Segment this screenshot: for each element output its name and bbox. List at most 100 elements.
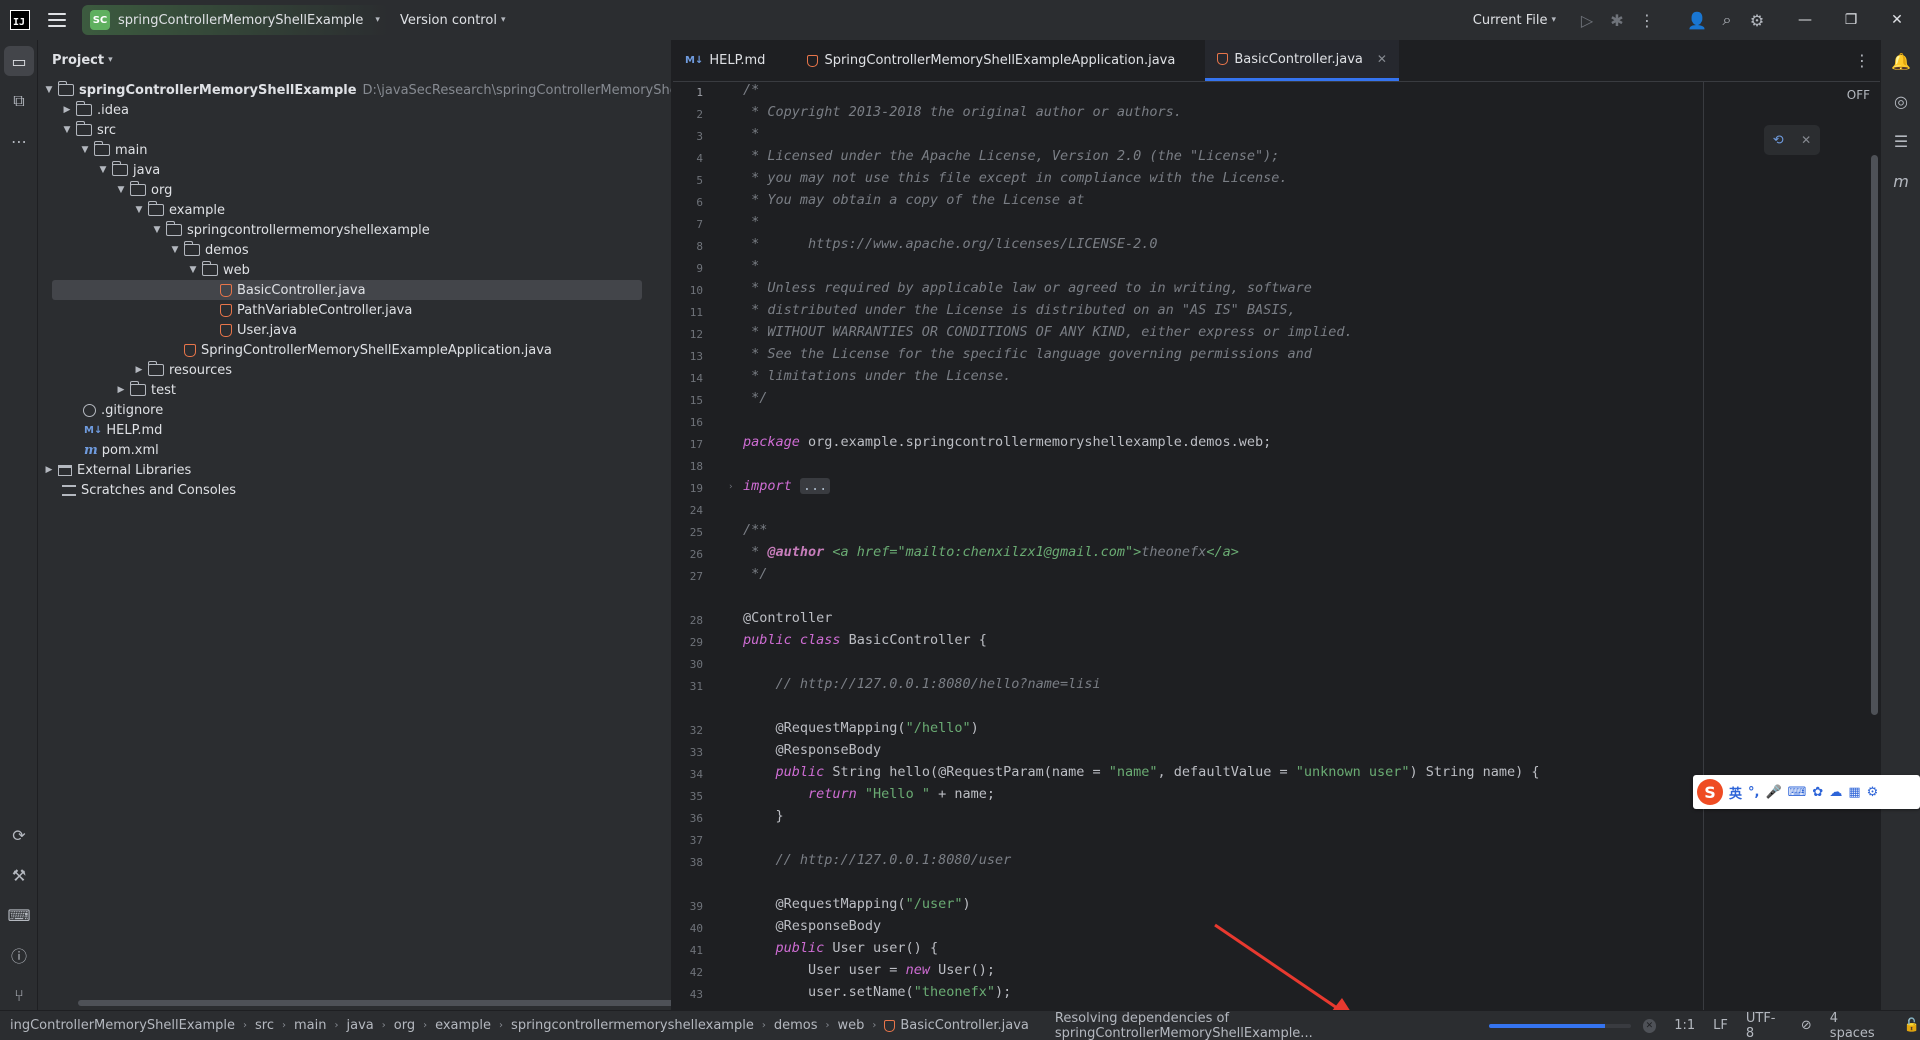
close-window-icon[interactable]: ✕ — [1874, 0, 1920, 40]
tree-item-org[interactable]: ▼ org — [114, 180, 172, 200]
more-tools-icon[interactable]: ⋯ — [4, 126, 34, 156]
notifications-bell-icon[interactable]: 🔔 — [1886, 46, 1916, 76]
breadcrumb-file[interactable]: BasicController.java — [884, 1018, 1029, 1033]
breadcrumb-item[interactable]: java — [347, 1018, 374, 1033]
chevron-right-icon[interactable]: ▶ — [60, 105, 74, 115]
tab-basic-controller[interactable]: BasicController.java ✕ — [1205, 40, 1399, 81]
project-switcher[interactable]: SC springControllerMemoryShellExample ▾ — [82, 5, 388, 35]
tree-item-root[interactable]: ▼ springControllerMemoryShellExample D:\ja… — [42, 80, 671, 100]
problems-icon[interactable]: ⓘ — [4, 940, 34, 970]
chevron-down-icon[interactable]: ▼ — [42, 85, 56, 95]
toolbox-icon[interactable]: ▦ — [1848, 785, 1860, 800]
horizontal-scrollbar[interactable] — [78, 1000, 671, 1006]
breadcrumb-item[interactable]: ingControllerMemoryShellExample — [10, 1018, 235, 1033]
run-config-selector[interactable]: Current File ▾ — [1473, 13, 1556, 28]
breadcrumb-item[interactable]: example — [435, 1018, 491, 1033]
tree-item-idea[interactable]: ▶ .idea — [60, 100, 129, 120]
breadcrumb-item[interactable]: org — [394, 1018, 415, 1033]
more-actions-icon[interactable]: ⋮ — [1632, 0, 1662, 40]
tree-item-user[interactable]: User.java — [216, 320, 297, 340]
breadcrumb-item[interactable]: main — [294, 1018, 326, 1033]
caret-position[interactable]: 1:1 — [1674, 1018, 1695, 1033]
reader-mode-icon[interactable]: ⟲ — [1773, 133, 1784, 148]
tree-item-application[interactable]: SpringControllerMemoryShellExampleApplic… — [180, 340, 552, 360]
add-user-icon[interactable]: 👤 — [1682, 0, 1712, 40]
lock-icon[interactable]: 🔓 — [1904, 1018, 1920, 1033]
ime-language-toggle[interactable]: 英 — [1729, 783, 1742, 802]
line-separator[interactable]: LF — [1713, 1018, 1728, 1033]
project-folder-icon[interactable]: ▭ — [4, 46, 34, 76]
tree-item-demos[interactable]: ▼ demos — [168, 240, 249, 260]
maven-icon[interactable]: m — [1886, 166, 1916, 196]
settings-gear-icon[interactable]: ⚙ — [1742, 0, 1772, 40]
chevron-down-icon[interactable]: ▼ — [78, 145, 92, 155]
close-tab-icon[interactable]: ✕ — [1377, 52, 1387, 66]
skin-icon[interactable]: ✿ — [1812, 785, 1823, 800]
debug-icon[interactable]: ✱ — [1602, 0, 1632, 40]
tab-help-md[interactable]: M↓ HELP.md — [673, 40, 777, 81]
intellij-logo-icon[interactable]: IJ — [10, 10, 30, 30]
folded-imports[interactable]: ... — [799, 478, 831, 494]
chevron-right-icon[interactable]: ▶ — [114, 385, 128, 395]
breadcrumb-item[interactable]: src — [255, 1018, 274, 1033]
fold-expand-icon[interactable]: › — [729, 482, 733, 492]
microphone-icon[interactable]: 🎤 — [1765, 785, 1781, 800]
tree-item-scratches[interactable]: Scratches and Consoles — [60, 480, 236, 500]
tab-options-icon[interactable]: ⋮ — [1844, 40, 1880, 81]
background-task-text[interactable]: Resolving dependencies of springControll… — [1055, 1011, 1481, 1040]
tree-item-web[interactable]: ▼ web — [186, 260, 250, 280]
tree-item-basic-controller[interactable]: BasicController.java — [52, 280, 642, 300]
git-branch-icon[interactable]: ⑂ — [4, 980, 34, 1010]
breadcrumb-item[interactable]: springcontrollermemoryshellexample — [511, 1018, 754, 1033]
tree-item-example[interactable]: ▼ example — [132, 200, 225, 220]
tree-item-help-md[interactable]: M↓ HELP.md — [82, 420, 162, 440]
tree-item-package[interactable]: ▼ springcontrollermemoryshellexample — [150, 220, 430, 240]
breadcrumb-item[interactable]: web — [837, 1018, 864, 1033]
chevron-down-icon[interactable]: ▼ — [114, 185, 128, 195]
version-control-menu[interactable]: Version control ▾ — [400, 13, 506, 28]
tree-item-gitignore[interactable]: .gitignore — [80, 400, 163, 420]
settings-gear-icon[interactable]: ⚙ — [1867, 785, 1879, 800]
breadcrumb-item[interactable]: demos — [774, 1018, 818, 1033]
tab-application-java[interactable]: SpringControllerMemoryShellExampleApplic… — [777, 40, 1205, 81]
search-icon[interactable]: ⌕ — [1712, 0, 1742, 40]
no-inspections-icon[interactable]: ⊘ — [1801, 1018, 1812, 1033]
keyboard-icon[interactable]: ⌨ — [1788, 785, 1807, 800]
cancel-task-icon[interactable]: ✕ — [1642, 1018, 1657, 1033]
chevron-down-icon[interactable]: ▼ — [168, 245, 182, 255]
chevron-down-icon[interactable]: ▼ — [96, 165, 110, 175]
code-content[interactable]: /* * Copyright 2013-2018 the original au… — [743, 82, 1743, 1010]
restore-icon[interactable]: ❐ — [1828, 0, 1874, 40]
main-menu-icon[interactable] — [48, 13, 66, 27]
ai-assistant-icon[interactable]: ◎ — [1886, 86, 1916, 116]
tree-item-test[interactable]: ▶ test — [114, 380, 176, 400]
services-icon[interactable]: ⟳ — [4, 820, 34, 850]
minimize-icon[interactable]: — — [1782, 0, 1828, 40]
chevron-right-icon[interactable]: ▶ — [132, 365, 146, 375]
tree-item-pom[interactable]: m pom.xml — [82, 440, 159, 460]
vertical-scrollbar[interactable] — [1871, 155, 1878, 715]
project-panel-header[interactable]: Project ▾ — [38, 40, 671, 80]
chevron-right-icon[interactable]: ▶ — [42, 465, 56, 475]
tree-item-resources[interactable]: ▶ resources — [132, 360, 232, 380]
tree-item-src[interactable]: ▼ src — [60, 120, 116, 140]
terminal-icon[interactable]: ⌨ — [4, 900, 34, 930]
tree-item-external-libraries[interactable]: ▶ External Libraries — [42, 460, 192, 480]
inlay-off-label[interactable]: OFF — [1847, 88, 1870, 102]
indent-setting[interactable]: 4 spaces — [1830, 1011, 1886, 1040]
chevron-down-icon[interactable]: ▼ — [60, 125, 74, 135]
run-icon[interactable]: ▷ — [1572, 0, 1602, 40]
ime-punctuation-toggle[interactable]: °, — [1748, 785, 1759, 800]
chevron-down-icon[interactable]: ▼ — [150, 225, 164, 235]
ime-toolbar[interactable]: S 英 °, 🎤 ⌨ ✿ ☁ ▦ ⚙ — [1693, 775, 1920, 809]
tree-item-java[interactable]: ▼ java — [96, 160, 160, 180]
cloud-icon[interactable]: ☁ — [1829, 785, 1842, 800]
tree-item-pathvariable-controller[interactable]: PathVariableController.java — [216, 300, 412, 320]
database-icon[interactable]: ☰ — [1886, 126, 1916, 156]
file-encoding[interactable]: UTF-8 — [1746, 1011, 1783, 1040]
chevron-down-icon[interactable]: ▼ — [186, 265, 200, 275]
build-icon[interactable]: ⚒ — [4, 860, 34, 890]
sogou-logo-icon[interactable]: S — [1697, 779, 1723, 805]
chevron-down-icon[interactable]: ▼ — [132, 205, 146, 215]
close-icon[interactable]: ✕ — [1801, 133, 1811, 147]
